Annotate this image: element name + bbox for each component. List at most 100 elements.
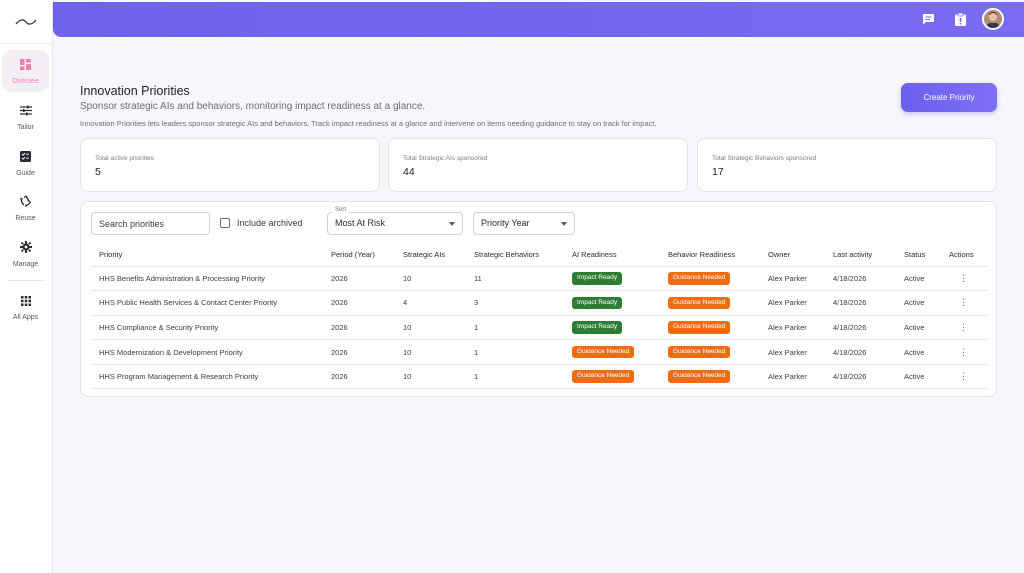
- table-row[interactable]: HHS Program Management & Research Priori…: [91, 363, 988, 390]
- priority-year-select[interactable]: Priority Year: [473, 212, 575, 235]
- status-cell: Active: [896, 290, 941, 316]
- priority-name[interactable]: HHS Public Health Services & Contact Cen…: [91, 290, 323, 316]
- stat-card-strategic-behaviors: Total Strategic Behaviors sponsored 17: [697, 138, 997, 192]
- column-header[interactable]: Period (Year): [323, 244, 395, 266]
- wave-logo-icon[interactable]: [0, 0, 52, 44]
- user-avatar[interactable]: [982, 8, 1004, 30]
- strategic-ais-cell: 10: [395, 314, 466, 340]
- column-header[interactable]: Last activity: [825, 244, 896, 266]
- priority-year-value: Priority Year: [481, 218, 530, 228]
- status-badge: Impact Ready: [572, 296, 623, 310]
- sliders-icon: [19, 103, 32, 121]
- grid-icon: [20, 293, 31, 311]
- stat-value: 44: [403, 166, 415, 178]
- priority-name[interactable]: HHS Program Management & Research Priori…: [91, 363, 323, 390]
- owner-cell: Alex Parker: [760, 314, 825, 340]
- ai-readiness-cell: Impact Ready: [564, 314, 660, 340]
- strategic-behaviors-cell: 3: [466, 290, 564, 316]
- period-cell: 2026: [323, 339, 395, 365]
- status-badge: Impact Ready: [572, 272, 623, 285]
- status-badge: Guidance Needed: [668, 370, 731, 383]
- page-description: Innovation Priorities lets leaders spons…: [80, 119, 657, 128]
- strategic-behaviors-cell: 1: [466, 363, 564, 390]
- status-badge: Guidance Needed: [668, 272, 731, 285]
- sort-value: Most At Risk: [335, 218, 386, 228]
- chat-icon[interactable]: [920, 11, 936, 27]
- chevron-down-icon: [561, 222, 567, 226]
- sidebar-item-label: Guide: [16, 170, 35, 177]
- column-header[interactable]: AI Readiness: [564, 244, 660, 266]
- actions-cell: ⋮: [941, 265, 988, 291]
- stat-label: Total Strategic AIs sponsored: [403, 155, 488, 162]
- sidebar-item-tailor[interactable]: Tailor: [2, 96, 49, 138]
- behavior-readiness-cell: Guidance Needed: [660, 363, 760, 390]
- table-row[interactable]: HHS Compliance & Security Priority 2026 …: [91, 314, 988, 340]
- status-badge: Guidance Needed: [668, 345, 731, 359]
- more-vertical-icon[interactable]: ⋮: [955, 273, 972, 284]
- column-header[interactable]: Priority: [91, 244, 323, 266]
- column-header[interactable]: Behavior Readiness: [660, 244, 760, 266]
- sidebar-item-label: Reuse: [15, 215, 36, 222]
- priority-name[interactable]: HHS Modernization & Development Priority: [91, 339, 323, 365]
- column-header[interactable]: Status: [896, 244, 941, 266]
- page-subtitle: Sponsor strategic AIs and behaviors, mon…: [80, 101, 426, 112]
- recycle-icon: [19, 194, 32, 212]
- more-vertical-icon[interactable]: ⋮: [955, 347, 972, 358]
- strategic-ais-cell: 4: [395, 290, 466, 316]
- sidebar-item-guide[interactable]: Guide: [2, 142, 49, 184]
- column-header[interactable]: Owner: [760, 244, 825, 266]
- more-vertical-icon[interactable]: ⋮: [955, 322, 972, 333]
- sort-label: Sort: [332, 207, 350, 213]
- stat-label: Total active priorities: [95, 155, 154, 162]
- last-activity-cell: 4/18/2026: [825, 265, 896, 291]
- priority-name[interactable]: HHS Compliance & Security Priority: [91, 314, 323, 340]
- last-activity-cell: 4/18/2026: [825, 363, 896, 390]
- table-row[interactable]: HHS Benefits Administration & Processing…: [91, 265, 988, 291]
- ai-readiness-cell: Guidance Needed: [564, 363, 660, 390]
- status-badge: Guidance Needed: [572, 345, 635, 359]
- actions-cell: ⋮: [941, 314, 988, 340]
- include-archived-toggle[interactable]: Include archived: [220, 218, 303, 228]
- behavior-readiness-cell: Guidance Needed: [660, 290, 760, 316]
- page-title: Innovation Priorities: [80, 84, 190, 98]
- stat-card-active-priorities: Total active priorities 5: [80, 138, 380, 192]
- sidebar-divider: [8, 280, 45, 281]
- strategic-behaviors-cell: 11: [466, 265, 564, 291]
- sidebar-item-label: Manage: [12, 261, 39, 268]
- sidebar-item-all-apps[interactable]: All Apps: [2, 286, 49, 328]
- ai-readiness-cell: Impact Ready: [564, 265, 660, 291]
- actions-cell: ⋮: [941, 339, 988, 365]
- sort-select[interactable]: Most At Risk: [327, 212, 463, 235]
- sidebar-item-oversee[interactable]: Oversee: [2, 50, 49, 92]
- status-cell: Active: [896, 339, 941, 365]
- sidebar-item-manage[interactable]: Manage: [2, 233, 49, 275]
- strategic-ais-cell: 10: [395, 265, 466, 291]
- gear-icon: [19, 240, 32, 258]
- stat-value: 17: [712, 166, 724, 178]
- period-cell: 2026: [323, 265, 395, 291]
- clipboard-icon[interactable]: [952, 11, 968, 27]
- status-cell: Active: [896, 363, 941, 390]
- more-vertical-icon[interactable]: ⋮: [955, 297, 972, 308]
- stat-card-strategic-ais: Total Strategic AIs sponsored 44: [388, 138, 688, 192]
- column-header[interactable]: Strategic AIs: [395, 244, 466, 266]
- sidebar-item-reuse[interactable]: Reuse: [2, 187, 49, 229]
- last-activity-cell: 4/18/2026: [825, 339, 896, 365]
- ai-readiness-cell: Impact Ready: [564, 290, 660, 316]
- sidebar: Oversee Tailor Guide Reuse Manage All Ap…: [0, 0, 53, 573]
- priorities-table: Priority Period (Year) Strategic AIs Str…: [91, 244, 988, 390]
- search-input[interactable]: [91, 212, 210, 235]
- column-header: Actions: [949, 250, 974, 260]
- actions-cell: ⋮: [941, 290, 988, 316]
- chevron-down-icon: [449, 222, 455, 226]
- table-row[interactable]: HHS Public Health Services & Contact Cen…: [91, 290, 988, 316]
- priority-name[interactable]: HHS Benefits Administration & Processing…: [91, 265, 323, 291]
- behavior-readiness-cell: Guidance Needed: [660, 314, 760, 340]
- more-vertical-icon[interactable]: ⋮: [955, 371, 972, 382]
- table-header-row: Priority Period (Year) Strategic AIs Str…: [91, 244, 988, 266]
- table-row[interactable]: HHS Modernization & Development Priority…: [91, 339, 988, 365]
- create-priority-button[interactable]: Create Priority: [901, 83, 997, 112]
- strategic-ais-cell: 10: [395, 363, 466, 390]
- include-archived-checkbox[interactable]: [220, 218, 230, 228]
- column-header[interactable]: Strategic Behaviors: [466, 244, 564, 266]
